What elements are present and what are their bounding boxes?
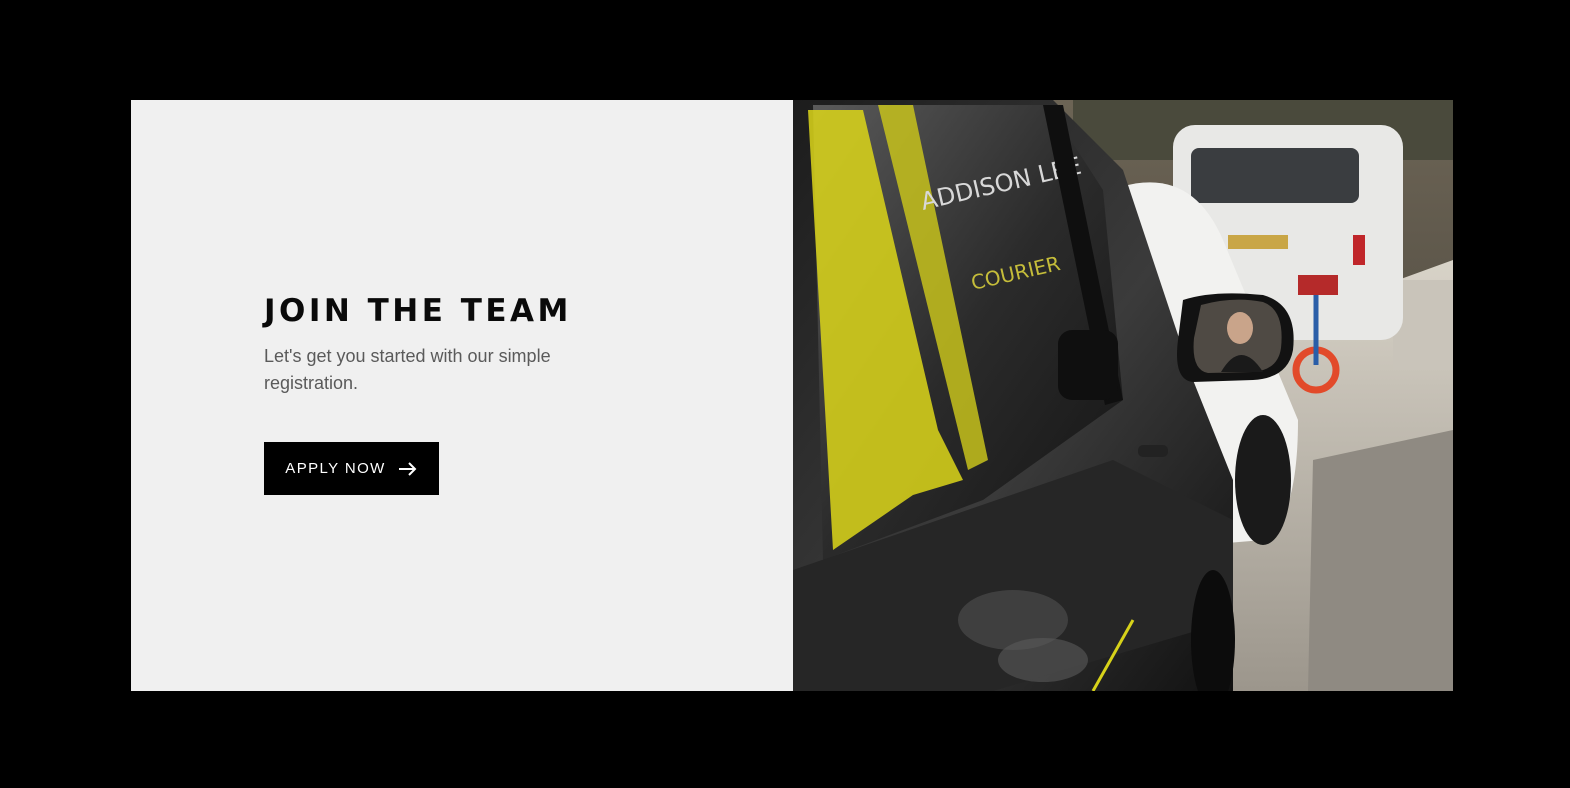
arrow-right-icon [398, 461, 418, 476]
hero-title: JOIN THE TEAM [264, 293, 572, 329]
apply-now-label: APPLY NOW [285, 460, 386, 477]
hero-photo: ADDISON LEE COURIER [793, 100, 1453, 691]
apply-now-button[interactable]: APPLY NOW [264, 442, 439, 495]
hero-content: JOIN THE TEAM Let's get you started with… [264, 293, 644, 495]
hero-text-panel: JOIN THE TEAM Let's get you started with… [131, 100, 793, 691]
hero-subtitle: Let's get you started with our simple re… [264, 346, 551, 393]
hero-banner: JOIN THE TEAM Let's get you started with… [131, 100, 1453, 691]
courier-van-photo: ADDISON LEE COURIER [793, 100, 1453, 691]
